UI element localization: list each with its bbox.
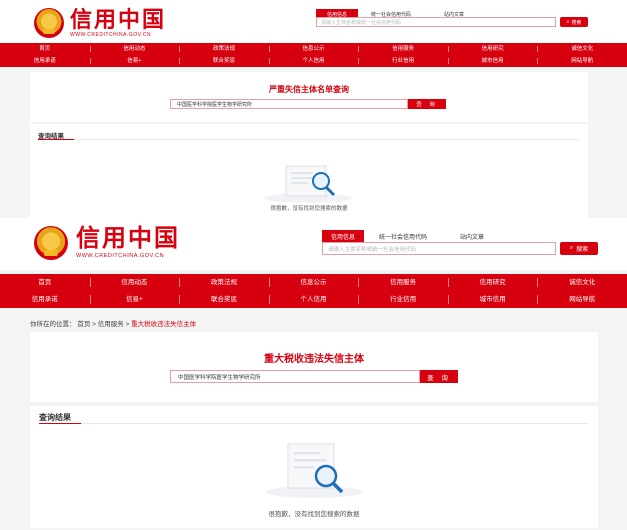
query-input[interactable]: 中国医学科学院医学生物学研究所 [170,99,408,109]
empty-message: 很抱歉，没有找到您搜索的数据 [270,206,348,212]
result-divider [74,139,578,140]
header: 信用中国 WWW.CREDITCHINA.GOV.CN 信用信息 统一社会信用代… [0,220,627,270]
nav-industry-credit[interactable]: 行业信用 [358,55,448,67]
logo-url: WWW.CREDITCHINA.GOV.CN [76,252,165,259]
national-emblem-icon [34,226,68,260]
main-nav: 首页 信用动态 政策法规 信息公示 信用服务 信用研究 诚信文化 信用承诺 信易… [0,43,627,67]
breadcrumb: 你所在的位置： 首页 > 信用服务 > 重大税收违法失信主体 [30,318,196,328]
result-title-underline [38,139,74,140]
nav-joint-reward[interactable]: 联合奖惩 [179,55,269,67]
header: 信用中国 WWW.CREDITCHINA.GOV.CN 信用信息 统一社会信用代… [0,0,627,45]
query-button[interactable]: 查 询 [408,99,446,109]
nav-home[interactable]: 首页 [0,43,90,55]
screenshot-top: 信用中国 WWW.CREDITCHINA.GOV.CN 信用信息 统一社会信用代… [0,0,627,218]
nav-credit-research[interactable]: 信用研究 [447,43,538,55]
nav-city-credit[interactable]: 城市信用 [447,291,538,308]
page-title: 重大税收违法失信主体 [264,354,364,365]
nav-industry-credit[interactable]: 行业信用 [358,291,448,308]
breadcrumb-sep: > [92,321,96,328]
nav-xinyi-plus[interactable]: 信易+ [89,55,180,67]
nav-row-2: 信用承诺 信易+ 联合奖惩 个人信用 行业信用 城市信用 网站导航 [0,55,627,67]
nav-credit-news[interactable]: 信用动态 [89,43,180,55]
nav-integrity-culture[interactable]: 诚信文化 [537,274,627,291]
nav-row-1: 首页 信用动态 政策法规 信息公示 信用服务 信用研究 诚信文化 [0,43,627,55]
nav-site-map[interactable]: 网站导航 [537,55,627,67]
logo-text: 信用中国 [70,6,167,32]
search-button[interactable]: ⌕ 搜索 [560,17,588,27]
page-title: 严重失信主体名单查询 [269,85,349,94]
nav-credit-pledge[interactable]: 信用承诺 [0,55,90,67]
query-card: 重大税收违法失信主体 中国医学科学院医学生物学研究所 查 询 [30,332,598,402]
nav-policies[interactable]: 政策法规 [179,43,269,55]
search-button[interactable]: ⌕ 搜索 [560,242,598,255]
nav-personal-credit[interactable]: 个人信用 [268,55,359,67]
nav-credit-research[interactable]: 信用研究 [447,274,538,291]
main-nav: 首页 信用动态 政策法规 信息公示 信用服务 信用研究 诚信文化 信用承诺 信易… [0,274,627,308]
breadcrumb-sep: > [125,321,130,328]
empty-message: 很抱歉，没有找到您搜索的数据 [268,511,360,518]
breadcrumb-service[interactable]: 信用服务 [98,321,124,328]
search-icon: ⌕ [566,19,570,25]
site-logo[interactable]: 信用中国 WWW.CREDITCHINA.GOV.CN [34,226,180,260]
result-title-underline [39,423,81,424]
breadcrumb-current: 重大税收违法失信主体 [131,321,197,328]
nav-row-1: 首页 信用动态 政策法规 信息公示 信用服务 信用研究 诚信文化 [0,274,627,291]
query-input[interactable]: 中国医学科学院医学生物学研究所 [170,370,420,383]
nav-disclosure[interactable]: 信息公示 [268,43,359,55]
nav-home[interactable]: 首页 [0,274,90,291]
breadcrumb-home[interactable]: 首页 [77,321,90,328]
query-card: 严重失信主体名单查询 中国医学科学院医学生物学研究所 查 询 [30,72,588,122]
search-input[interactable]: 请输入主体名称或统一社会信用代码 [316,17,556,27]
search-input[interactable]: 请输入主体名称或统一社会信用代码 [322,242,556,255]
result-card: 查询结果 很抱歉，没有找到您搜索的数据 [30,124,588,218]
empty-result-illustration [266,443,362,498]
result-card: 查询结果 很抱歉，没有找到您搜索的数据 [30,406,598,528]
nav-row-2: 信用承诺 信易+ 联合奖惩 个人信用 行业信用 城市信用 网站导航 [0,291,627,308]
logo-text: 信用中国 [76,224,180,252]
logo-url: WWW.CREDITCHINA.GOV.CN [70,31,152,38]
nav-disclosure[interactable]: 信息公示 [268,274,359,291]
nav-credit-service[interactable]: 信用服务 [358,274,448,291]
result-title: 查询结果 [39,413,71,422]
nav-city-credit[interactable]: 城市信用 [447,55,538,67]
nav-xinyi-plus[interactable]: 信易+ [89,291,180,308]
nav-site-map[interactable]: 网站导航 [537,291,627,308]
nav-joint-reward[interactable]: 联合奖惩 [179,291,269,308]
breadcrumb-prefix: 你所在的位置： [30,321,76,328]
result-divider [81,423,589,424]
nav-credit-pledge[interactable]: 信用承诺 [0,291,90,308]
national-emblem-icon [34,8,64,38]
nav-integrity-culture[interactable]: 诚信文化 [537,43,627,55]
site-logo[interactable]: 信用中国 WWW.CREDITCHINA.GOV.CN [34,8,166,38]
nav-personal-credit[interactable]: 个人信用 [268,291,359,308]
empty-result-illustration [264,165,352,203]
screenshot-bottom: 信用中国 WWW.CREDITCHINA.GOV.CN 信用信息 统一社会信用代… [0,220,627,530]
search-button-label: 搜索 [576,247,589,253]
nav-policies[interactable]: 政策法规 [179,274,269,291]
search-icon: ⌕ [569,245,574,251]
search-button-label: 搜索 [571,19,582,26]
query-button[interactable]: 查 询 [420,370,458,383]
nav-credit-service[interactable]: 信用服务 [358,43,448,55]
nav-credit-news[interactable]: 信用动态 [89,274,180,291]
